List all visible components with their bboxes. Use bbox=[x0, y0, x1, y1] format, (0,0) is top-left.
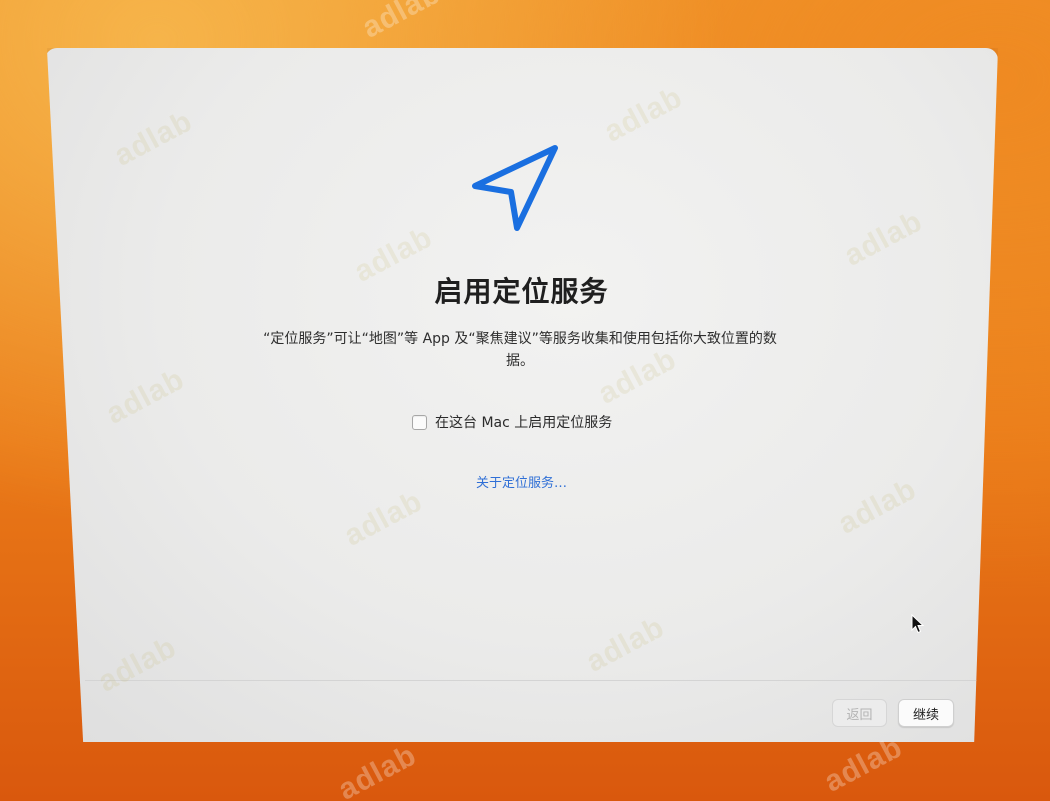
enable-location-checkbox-row[interactable]: 在这台 Mac 上启用定位服务 bbox=[412, 412, 612, 432]
setup-content: 启用定位服务 “定位服务”可让“地图”等 App 及“聚焦建议”等服务收集和使用… bbox=[47, 48, 998, 742]
enable-location-checkbox[interactable] bbox=[412, 414, 427, 430]
enable-location-label[interactable]: 在这台 Mac 上启用定位服务 bbox=[435, 412, 612, 432]
about-location-services-link[interactable]: 关于定位服务… bbox=[47, 472, 998, 491]
continue-button[interactable]: 继续 bbox=[898, 699, 954, 727]
mouse-pointer-icon bbox=[911, 614, 925, 634]
back-button[interactable]: 返回 bbox=[832, 699, 887, 727]
footer-divider bbox=[85, 680, 978, 681]
page-description: “定位服务”可让“地图”等 App 及“聚焦建议”等服务收集和使用包括你大致位置… bbox=[263, 331, 777, 369]
location-arrow-icon bbox=[472, 145, 558, 231]
watermark-text: adlab bbox=[332, 738, 422, 801]
watermark-text: adlab bbox=[356, 0, 446, 45]
setup-window: 启用定位服务 “定位服务”可让“地图”等 App 及“聚焦建议”等服务收集和使用… bbox=[46, 48, 998, 742]
page-title: 启用定位服务 bbox=[434, 275, 609, 308]
